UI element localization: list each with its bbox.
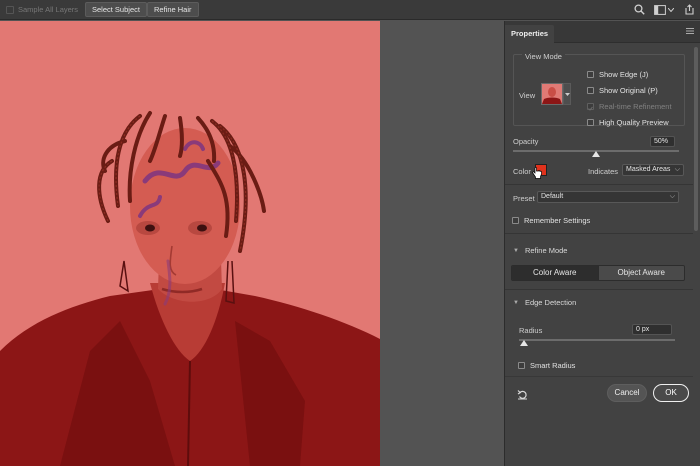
- radius-slider-track[interactable]: [519, 339, 675, 341]
- radius-slider-handle[interactable]: [520, 340, 528, 346]
- view-mode-dropdown[interactable]: [563, 83, 571, 105]
- share-icon[interactable]: [683, 3, 696, 16]
- opacity-slider-handle[interactable]: [592, 151, 600, 157]
- smart-radius-checkbox[interactable]: [518, 362, 525, 369]
- realtime-refinement-option: Real-time Refinement: [587, 102, 672, 111]
- hand-pointer-cursor: [532, 167, 542, 181]
- properties-panel: Properties View Mode View Show Edge (J) …: [504, 21, 700, 466]
- edge-detection-header[interactable]: ▼ Edge Detection: [513, 298, 576, 307]
- chevron-down-icon: ⌵: [669, 193, 675, 200]
- remember-settings-label: Remember Settings: [524, 216, 591, 225]
- sample-all-layers-option[interactable]: Sample All Layers: [6, 5, 78, 14]
- cancel-button[interactable]: Cancel: [607, 384, 647, 402]
- panel-footer: Cancel OK: [505, 376, 693, 410]
- preset-select[interactable]: Default ⌵: [537, 191, 679, 203]
- select-subject-button[interactable]: Select Subject: [85, 2, 147, 17]
- radius-label: Radius: [519, 326, 543, 335]
- divider: [505, 184, 693, 185]
- show-original-checkbox[interactable]: [587, 87, 594, 94]
- search-icon[interactable]: [633, 3, 646, 16]
- canvas-area[interactable]: [0, 21, 504, 466]
- radius-input[interactable]: 0 px: [632, 324, 672, 335]
- high-quality-preview-label: High Quality Preview: [599, 118, 669, 127]
- preset-label: Preset: [513, 194, 535, 203]
- panel-menu-icon[interactable]: [686, 27, 694, 36]
- chevron-down-icon: [564, 92, 570, 96]
- portrait-image-with-mask-overlay[interactable]: [0, 21, 380, 466]
- workspace-dropdown-icon[interactable]: [667, 3, 675, 16]
- refine-mode-header[interactable]: ▼ Refine Mode: [513, 246, 567, 255]
- preset-value: Default: [541, 193, 564, 200]
- smart-radius-option[interactable]: Smart Radius: [518, 361, 575, 370]
- indicates-label: Indicates: [588, 167, 619, 176]
- remember-settings-option[interactable]: Remember Settings: [512, 216, 590, 225]
- view-label: View: [519, 91, 536, 100]
- show-original-option[interactable]: Show Original (P): [587, 86, 658, 95]
- thumbnail-preview: [542, 84, 562, 104]
- show-edge-label: Show Edge (J): [599, 70, 649, 79]
- chevron-down-icon: ▼: [513, 247, 519, 254]
- chevron-down-icon: ⌵: [674, 166, 680, 173]
- refine-hair-button[interactable]: Refine Hair: [147, 2, 199, 17]
- panel-scrollbar[interactable]: [693, 47, 699, 437]
- portrait-illustration: [0, 21, 380, 466]
- workspace-icon[interactable]: [653, 3, 666, 16]
- refine-mode-title: Refine Mode: [524, 246, 568, 255]
- chevron-down-icon: ▼: [513, 299, 519, 306]
- check-icon: [588, 106, 593, 111]
- panel-tab-bar: Properties: [505, 21, 700, 43]
- remember-settings-checkbox[interactable]: [512, 217, 519, 224]
- high-quality-preview-checkbox[interactable]: [587, 119, 594, 126]
- smart-radius-label: Smart Radius: [530, 361, 576, 370]
- show-original-label: Show Original (P): [599, 86, 658, 95]
- show-edge-option[interactable]: Show Edge (J): [587, 70, 648, 79]
- divider: [505, 233, 693, 234]
- sample-all-layers-checkbox[interactable]: [6, 5, 14, 14]
- tab-properties[interactable]: Properties: [505, 25, 555, 43]
- refine-mode-toggle: Color Aware Object Aware: [511, 265, 685, 281]
- high-quality-preview-option[interactable]: High Quality Preview: [587, 118, 669, 127]
- divider: [505, 289, 693, 290]
- edge-detection-title: Edge Detection: [524, 298, 577, 307]
- show-edge-checkbox[interactable]: [587, 71, 594, 78]
- realtime-refinement-label: Real-time Refinement: [599, 102, 672, 111]
- indicates-select[interactable]: Masked Areas ⌵: [622, 164, 684, 176]
- color-label: Color: [513, 167, 531, 176]
- color-aware-button[interactable]: Color Aware: [512, 266, 598, 280]
- indicates-value: Masked Areas: [626, 166, 671, 173]
- scrollbar-thumb[interactable]: [694, 47, 698, 231]
- realtime-refinement-checkbox: [587, 103, 594, 111]
- sample-all-layers-label: Sample All Layers: [18, 5, 79, 14]
- reset-icon[interactable]: [517, 389, 528, 403]
- opacity-input[interactable]: 50%: [650, 136, 675, 147]
- ok-button[interactable]: OK: [653, 384, 689, 402]
- opacity-label: Opacity: [513, 137, 539, 146]
- options-bar: Sample All Layers Select Subject Refine …: [0, 0, 700, 20]
- object-aware-button[interactable]: Object Aware: [597, 266, 684, 280]
- view-mode-thumbnail[interactable]: [541, 83, 563, 105]
- view-mode-title: View Mode: [522, 52, 565, 61]
